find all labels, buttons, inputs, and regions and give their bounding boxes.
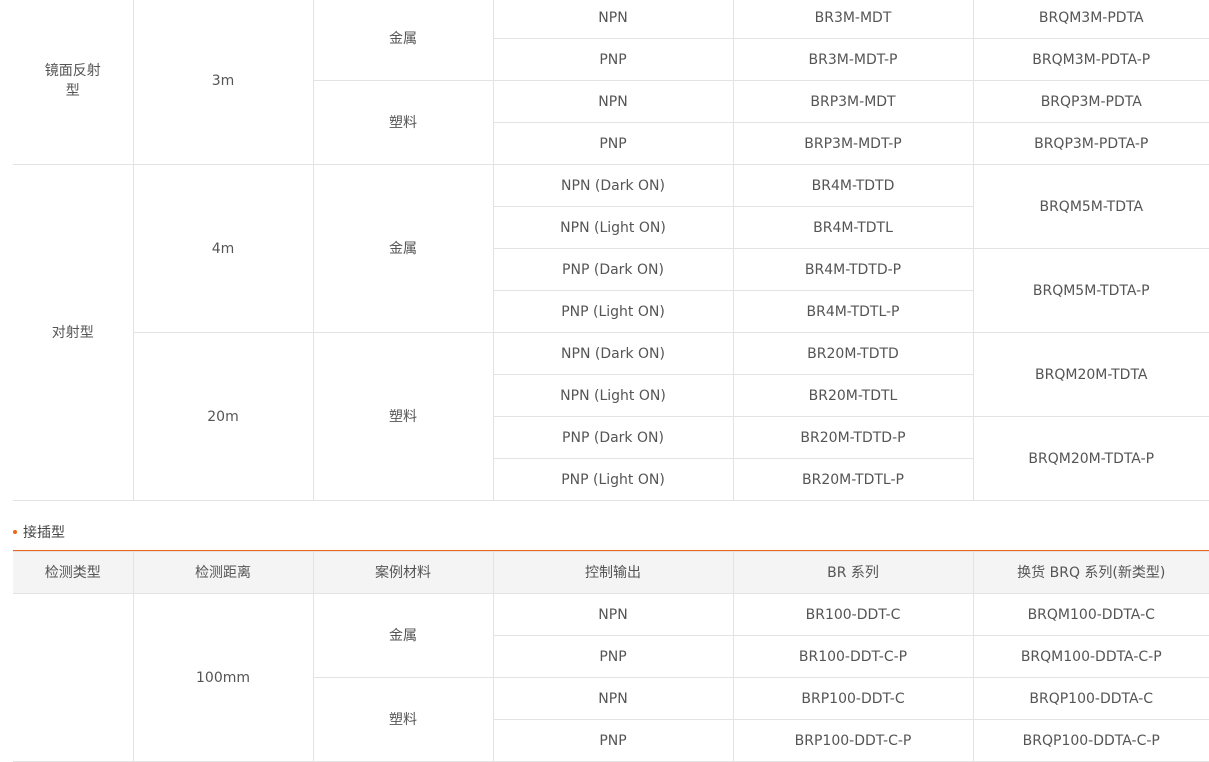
br-model-cell: BR4M-TDTL-P bbox=[732, 290, 973, 333]
table-row: 100mm 金属 NPN BR100-DDT-C BRQM100-DDTA-C bbox=[13, 593, 1209, 762]
table-row: 20m 塑料 NPN (Dark ON) BR20M-TDTD BRQM20M-… bbox=[13, 332, 1209, 501]
br-model-cell: BRP100-DDT-C-P bbox=[732, 719, 974, 762]
column-header: 案例材料 bbox=[312, 551, 494, 594]
output-cell: PNP bbox=[493, 719, 734, 762]
output-cell: PNP (Light ON) bbox=[493, 458, 734, 501]
bullet-dot-icon bbox=[13, 530, 17, 534]
br-model-cell: BRP100-DDT-C bbox=[732, 677, 974, 720]
brq-model-cell: BRQM100-DDTA-C-P bbox=[972, 635, 1209, 678]
br-model-cell: BR20M-TDTL bbox=[732, 374, 973, 417]
output-cell: NPN bbox=[492, 677, 734, 720]
br-model-cell: BR20M-TDTD-P bbox=[732, 416, 974, 459]
material-cell: 塑料 bbox=[313, 677, 494, 762]
brq-model-cell: BRQM20M-TDTA bbox=[972, 332, 1209, 417]
column-header: 换货 BRQ 系列(新类型) bbox=[972, 551, 1209, 594]
column-header: BR 系列 bbox=[732, 551, 974, 594]
brq-model-cell: BRQM20M-TDTA-P bbox=[972, 416, 1209, 501]
model-table-connector: 检测类型 检测距离 案例材料 控制输出 BR 系列 换货 BRQ 系列(新类型)… bbox=[13, 551, 1209, 762]
output-cell: NPN (Light ON) bbox=[493, 206, 734, 249]
brq-model-cell: BRQP100-DDTA-C-P bbox=[972, 719, 1209, 762]
model-table-top: 镜面反射型 3m 金属 NPN BR3M-MDT BRQM3M-PDTA PNP… bbox=[13, 0, 1209, 501]
material-cell: 金属 bbox=[312, 593, 494, 678]
output-cell: NPN (Dark ON) bbox=[492, 164, 734, 207]
output-cell: NPN bbox=[492, 80, 734, 123]
section-title: 接插型 bbox=[23, 525, 65, 541]
output-cell: PNP bbox=[493, 38, 734, 81]
br-model-cell: BR100-DDT-C bbox=[732, 593, 974, 636]
material-cell: 塑料 bbox=[313, 80, 494, 165]
distance-cell: 20m bbox=[133, 332, 314, 501]
material-cell: 金属 bbox=[312, 164, 494, 333]
column-header: 控制输出 bbox=[492, 551, 734, 594]
brq-model-cell: BRQP3M-PDTA-P bbox=[972, 122, 1209, 165]
distance-cell: 3m bbox=[132, 0, 314, 165]
output-cell: PNP bbox=[493, 635, 734, 678]
br-model-cell: BRP3M-MDT-P bbox=[732, 122, 974, 165]
brq-model-cell: BRQM3M-PDTA bbox=[972, 0, 1209, 39]
distance-cell: 100mm bbox=[132, 593, 314, 762]
br-model-cell: BRP3M-MDT bbox=[732, 80, 974, 123]
br-model-cell: BR100-DDT-C-P bbox=[732, 635, 974, 678]
detection-type-cell: 对射型 bbox=[13, 164, 134, 501]
brq-model-cell: BRQM5M-TDTA bbox=[972, 164, 1209, 249]
output-cell: PNP (Dark ON) bbox=[493, 248, 734, 291]
brq-model-cell: BRQM100-DDTA-C bbox=[972, 593, 1209, 636]
output-cell: NPN (Dark ON) bbox=[492, 332, 734, 375]
br-model-cell: BR20M-TDTD bbox=[732, 332, 974, 375]
distance-cell: 4m bbox=[132, 164, 314, 333]
brq-model-cell: BRQM3M-PDTA-P bbox=[972, 38, 1209, 81]
output-cell: PNP bbox=[493, 122, 734, 165]
br-model-cell: BR4M-TDTD-P bbox=[732, 248, 974, 291]
column-header: 检测距离 bbox=[132, 551, 314, 594]
section-heading: 接插型 bbox=[13, 520, 1209, 552]
table-row: 对射型 4m 金属 NPN (Dark ON) BR4M-TDTD BRQM5M… bbox=[13, 164, 1209, 501]
br-model-cell: BR3M-MDT-P bbox=[732, 38, 974, 81]
br-model-cell: BR4M-TDTD bbox=[732, 164, 974, 207]
brq-model-cell: BRQM5M-TDTA-P bbox=[972, 248, 1209, 333]
material-cell: 塑料 bbox=[312, 332, 494, 501]
output-cell: NPN bbox=[492, 0, 734, 39]
output-cell: PNP (Dark ON) bbox=[493, 416, 734, 459]
br-model-cell: BR20M-TDTL-P bbox=[732, 458, 973, 501]
br-model-cell: BR4M-TDTL bbox=[732, 206, 973, 249]
table-row: 镜面反射型 3m 金属 NPN BR3M-MDT BRQM3M-PDTA bbox=[13, 0, 1209, 165]
column-header: 检测类型 bbox=[13, 551, 134, 594]
output-cell: NPN bbox=[492, 593, 734, 636]
brq-model-cell: BRQP3M-PDTA bbox=[972, 80, 1209, 123]
detection-type-cell: 镜面反射型 bbox=[13, 0, 134, 165]
output-cell: NPN (Light ON) bbox=[493, 374, 734, 417]
table-header-row: 检测类型 检测距离 案例材料 控制输出 BR 系列 换货 BRQ 系列(新类型) bbox=[13, 551, 1209, 594]
br-model-cell: BR3M-MDT bbox=[732, 0, 974, 39]
detection-type-cell bbox=[13, 593, 134, 762]
output-cell: PNP (Light ON) bbox=[493, 290, 734, 333]
material-cell: 金属 bbox=[312, 0, 494, 81]
brq-model-cell: BRQP100-DDTA-C bbox=[972, 677, 1209, 720]
